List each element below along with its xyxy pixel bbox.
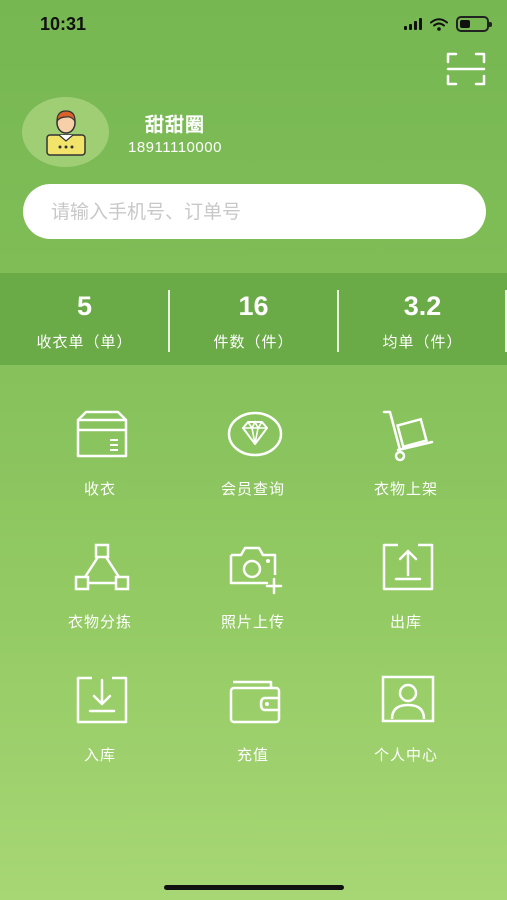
user-phone: 18911110000 xyxy=(128,139,222,156)
hierarchy-icon xyxy=(74,543,130,591)
stat-label: 均单（件） xyxy=(382,333,463,351)
cellular-signal-icon xyxy=(404,18,422,30)
stats-band: 5 收衣单（单） 16 件数（件） 3.2 均单（件） xyxy=(0,273,507,365)
battery-icon xyxy=(456,16,492,32)
scan-icon xyxy=(446,52,486,86)
menu-label: 会员查询 xyxy=(220,480,285,498)
hand-truck-icon xyxy=(382,410,434,462)
menu-label: 收衣 xyxy=(83,480,116,498)
diamond-icon xyxy=(227,411,283,457)
battery-level xyxy=(460,20,470,28)
box-icon xyxy=(76,410,128,458)
status-time: 10:31 xyxy=(40,14,87,34)
camera-add-icon xyxy=(229,546,283,595)
stat-average: 3.2 均单（件） xyxy=(338,273,507,365)
person-icon xyxy=(381,675,435,723)
menu-label: 衣物分拣 xyxy=(67,613,132,631)
user-avatar-icon xyxy=(45,110,86,156)
stat-value: 3.2 xyxy=(403,291,442,321)
menu-label: 照片上传 xyxy=(220,613,285,631)
menu-label: 个人中心 xyxy=(373,746,438,764)
menu-label: 衣物上架 xyxy=(373,480,438,498)
status-bar: 10:31 xyxy=(0,0,507,52)
menu-personal-center[interactable]: 个人中心 xyxy=(336,674,476,784)
menu-outbound[interactable]: 出库 xyxy=(336,541,476,651)
menu-clothes-sorting[interactable]: 衣物分拣 xyxy=(30,541,170,651)
download-box-icon xyxy=(76,676,128,724)
search-input[interactable] xyxy=(23,184,486,239)
menu-recharge[interactable]: 充值 xyxy=(183,674,323,784)
avatar[interactable] xyxy=(22,97,109,167)
menu-photo-upload[interactable]: 照片上传 xyxy=(183,541,323,651)
stat-divider xyxy=(337,290,339,352)
home-indicator[interactable] xyxy=(164,885,344,890)
stat-items: 16 件数（件） xyxy=(169,273,338,365)
stat-value: 5 xyxy=(76,291,93,321)
menu-label: 出库 xyxy=(389,613,422,631)
stat-divider xyxy=(168,290,170,352)
menu-clothes-shelving[interactable]: 衣物上架 xyxy=(336,408,476,518)
menu-label: 充值 xyxy=(236,746,269,764)
menu-member-query[interactable]: 会员查询 xyxy=(183,408,323,518)
scan-button[interactable] xyxy=(446,52,486,86)
stat-label: 件数（件） xyxy=(213,333,294,351)
menu-receive-clothes[interactable]: 收衣 xyxy=(30,408,170,518)
menu-inbound[interactable]: 入库 xyxy=(30,674,170,784)
stat-label: 收衣单（单） xyxy=(36,333,133,351)
upload-box-icon xyxy=(382,543,434,591)
wallet-icon xyxy=(229,680,281,724)
stat-value: 16 xyxy=(238,291,269,321)
stat-orders: 5 收衣单（单） xyxy=(0,273,169,365)
status-icons xyxy=(404,16,492,32)
search-bar[interactable] xyxy=(23,184,486,239)
menu-label: 入库 xyxy=(83,746,116,764)
user-name: 甜甜圈 xyxy=(145,114,206,136)
wifi-icon xyxy=(430,17,448,31)
